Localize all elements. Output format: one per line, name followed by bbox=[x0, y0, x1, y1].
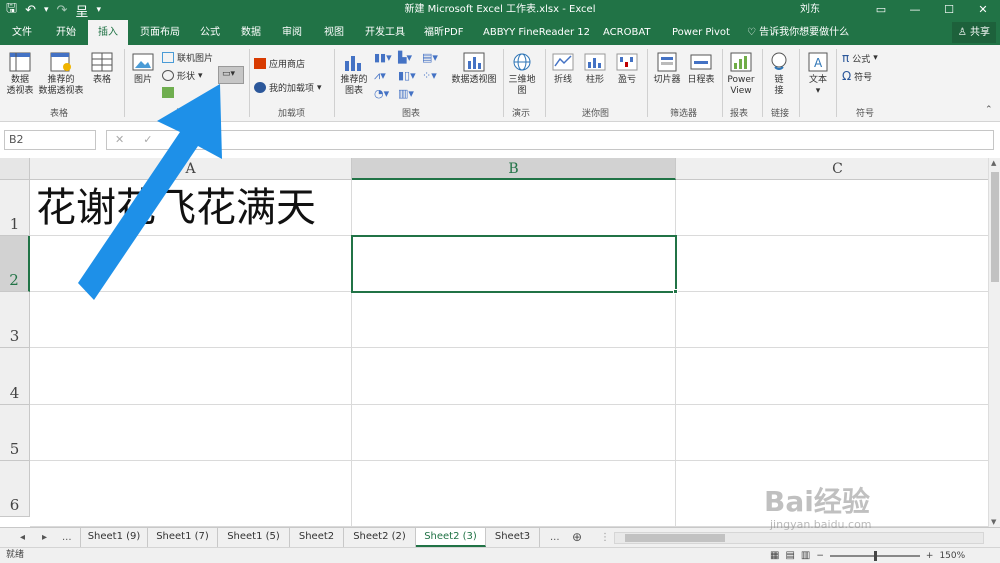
annotation-arrow-icon bbox=[78, 84, 222, 300]
